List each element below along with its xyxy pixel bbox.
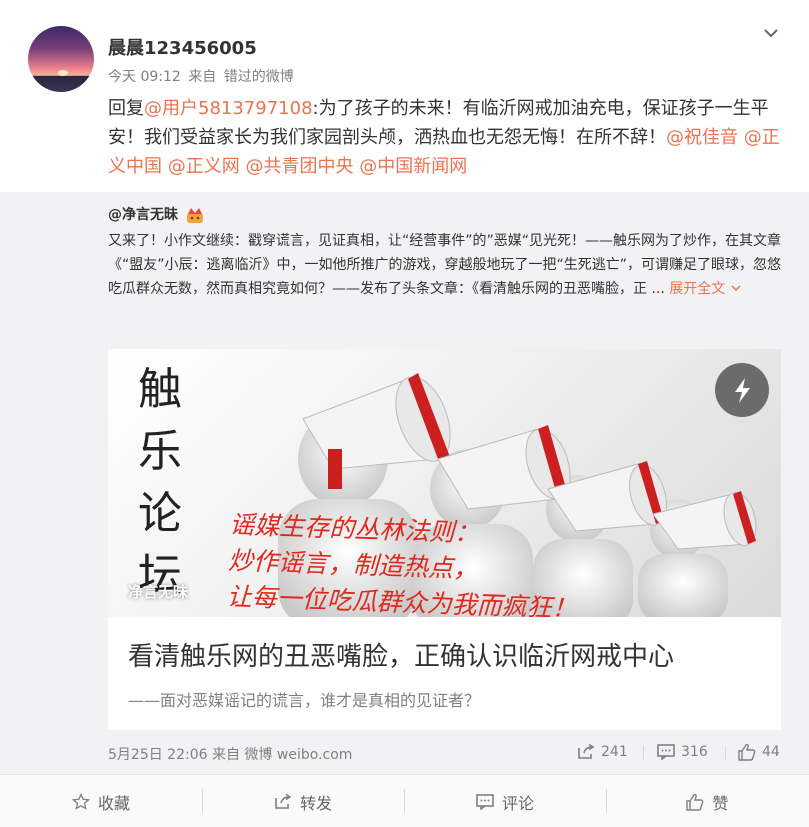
like-icon [686, 793, 704, 811]
article-cover-image[interactable]: 触乐论坛 谣媒生存的丛林法则： 炒作谣言，制造热点， 让每一位吃瓜群众为我而疯狂… [108, 349, 781, 617]
username[interactable]: 晨晨123456005 [108, 34, 257, 60]
repost-label: 转发 [299, 793, 332, 813]
comment-label: 评论 [501, 793, 534, 813]
repost-meta: 5月25日 22:06 来自 微博 weibo.com [108, 744, 352, 764]
repost-icon [275, 793, 292, 809]
comment-count-button[interactable]: 316 [657, 742, 708, 762]
repost-author-link[interactable]: @净言无昧 [108, 207, 178, 223]
post-text: 回复@用户5813797108:为了孩子的未来！有临沂网戒加油充电，保证孩子一生… [108, 94, 788, 181]
repost-author: @净言无昧 [108, 204, 205, 224]
star-icon [71, 792, 90, 810]
mention-link[interactable]: @中国新闻网 [359, 156, 467, 177]
like-label: 赞 [712, 793, 729, 813]
divider [643, 746, 644, 760]
divider [725, 746, 726, 760]
repost-via-prefix: 来自 [211, 747, 240, 763]
chevron-down-icon [731, 285, 741, 292]
comment-button[interactable]: 评论 [404, 775, 606, 827]
action-bar: 收藏 转发 评论 赞 [0, 774, 809, 827]
repost-via-source[interactable]: 微博 weibo.com [244, 747, 352, 763]
lightning-icon [735, 378, 750, 403]
like-count-button[interactable]: 44 [738, 742, 780, 762]
repost-text: 又来了！小作文继续：戳穿谎言，见证真相，让“经营事件”的”恶媒“见光死！——触乐… [108, 229, 784, 301]
repost-time[interactable]: 5月25日 22:06 [108, 747, 208, 763]
favorite-button[interactable]: 收藏 [0, 775, 202, 827]
post-meta: 今天 09:12 来自 错过的微博 [108, 66, 297, 86]
repost-icon [578, 744, 595, 759]
chevron-down-icon[interactable] [762, 24, 780, 42]
expand-link[interactable]: 展开全文 [669, 281, 741, 297]
via-source[interactable]: 错过的微博 [224, 69, 294, 85]
post-time[interactable]: 今天 09:12 [108, 69, 181, 85]
article-card[interactable]: 触乐论坛 谣媒生存的丛林法则： 炒作谣言，制造热点， 让每一位吃瓜群众为我而疯狂… [108, 349, 781, 730]
expand-label: 展开全文 [669, 281, 726, 297]
cover-title: 触乐论坛 [138, 364, 182, 601]
mention-link[interactable]: @正义网 [168, 156, 240, 177]
repost-button[interactable]: 转发 [202, 775, 404, 827]
article-title[interactable]: 看清触乐网的丑恶嘴脸，正确认识临沂网戒中心 [128, 636, 674, 673]
cover-overlay-text: 谣媒生存的丛林法则： 炒作谣言，制造热点， 让每一位吃瓜群众为我而疯狂！ [226, 507, 580, 617]
comment-icon [657, 744, 675, 760]
mention-link[interactable]: @共青团中央 [245, 156, 353, 177]
comment-count: 316 [681, 744, 708, 760]
cover-watermark: 净言无昧 [128, 583, 189, 601]
avatar[interactable] [28, 26, 94, 92]
mention-link[interactable]: @祝佳音 [666, 127, 738, 148]
reply-prefix: 回复 [108, 98, 144, 119]
comment-icon [476, 793, 494, 810]
like-count: 44 [762, 744, 780, 760]
via-prefix: 来自 [188, 69, 217, 85]
favorite-label: 收藏 [97, 793, 130, 813]
like-icon [738, 743, 756, 761]
article-subtitle: ——面对恶媒谣记的谎言，谁才是真相的见证者？ [128, 691, 481, 710]
repost-count-button[interactable]: 241 [577, 742, 628, 762]
reply-mention[interactable]: @用户5813797108 [144, 98, 313, 119]
article-flash-button[interactable] [715, 363, 769, 417]
repost-count: 241 [601, 744, 628, 760]
like-button[interactable]: 赞 [606, 775, 809, 827]
crown-emoji-icon [186, 208, 203, 223]
